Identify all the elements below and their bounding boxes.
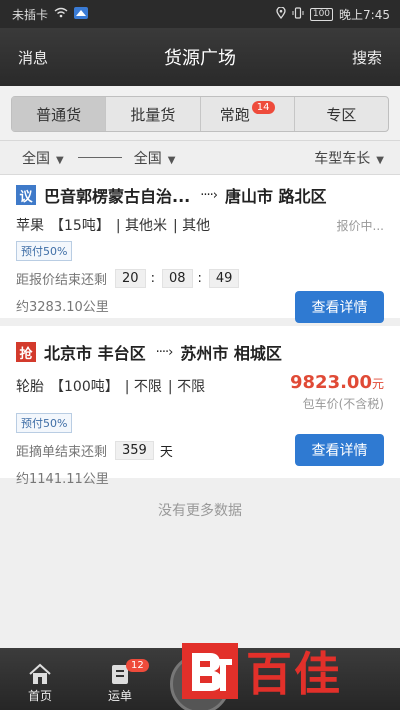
route-arrow-icon: ····› <box>200 187 218 203</box>
filter-bar: 全国 ▼ 全国 ▼ 车型车长 ▼ <box>0 141 400 175</box>
goods-weight: 【15吨】 <box>50 218 110 234</box>
prepay-badge: 预付50% <box>16 241 73 261</box>
view-details-button[interactable]: 查看详情 <box>295 434 384 466</box>
no-more-data-label: 没有更多数据 <box>158 503 242 519</box>
goods-vehicle-length: | 其他米 <box>115 218 167 234</box>
tab-bar-container: 普通货 批量货 常跑 14 专区 <box>0 86 400 141</box>
goods-info: 轮胎 【100吨】 | 不限 | 不限 <box>16 376 211 396</box>
vehicle-filter[interactable]: 车型车长 ▼ <box>314 148 384 168</box>
route-arrow-icon: ····› <box>155 344 174 360</box>
messages-button[interactable]: 消息 <box>18 47 48 68</box>
nav-home-label: 首页 <box>27 689 52 703</box>
goods-vehicle-type: | 不限 <box>167 379 206 395</box>
view-details-button[interactable]: 查看详情 <box>295 291 384 323</box>
goods-vehicle-length: | 不限 <box>124 379 162 395</box>
goods-vehicle-type: | 其他 <box>173 218 211 234</box>
home-icon <box>29 663 51 684</box>
price-value: 9823.00 <box>290 372 372 393</box>
tab-label: 专区 <box>326 105 357 124</box>
dropdown-arrow-icon: ▼ <box>56 154 64 166</box>
tab-label: 普通货 <box>36 105 82 124</box>
goods-row: 轮胎 【100吨】 | 不限 | 不限 9823.00元 包车价(不含税) <box>16 372 384 412</box>
center-action-circle <box>170 654 230 710</box>
nav-home[interactable]: 首页 <box>0 663 80 710</box>
route-line: 抢 北京市 丰台区 ····› 苏州市 相城区 <box>16 340 384 364</box>
price-block: 9823.00元 包车价(不含税) <box>290 372 384 412</box>
vibrate-icon <box>292 6 304 22</box>
tab-frequent-routes[interactable]: 常跑 14 <box>201 97 295 131</box>
countdown-minutes: 08 <box>161 269 193 288</box>
route-origin: 巴音郭楞蒙古自治... <box>44 187 191 206</box>
status-bar: 未插卡 100 晚上7:45 <box>0 0 400 28</box>
route-line: 议 巴音郭楞蒙古自治... ····› 唐山市 路北区 <box>16 183 384 207</box>
tab-bar: 普通货 批量货 常跑 14 专区 <box>11 96 389 132</box>
route-origin: 北京市 丰台区 <box>44 344 146 363</box>
location-icon <box>276 5 286 22</box>
countdown-label: 距报价结束还剩 <box>16 273 108 288</box>
nav-orders-label: 运单 <box>107 689 132 703</box>
nav-slot-5[interactable] <box>320 704 400 710</box>
prepay-badge: 预付50% <box>16 413 73 433</box>
route-destination: 唐山市 路北区 <box>224 187 327 206</box>
clock: 晚上7:45 <box>339 7 390 22</box>
countdown-seconds: 49 <box>208 269 240 288</box>
search-button[interactable]: 搜索 <box>352 47 382 68</box>
tab-label: 常跑 <box>219 105 250 124</box>
countdown-separator: : <box>150 271 155 286</box>
countdown-days-unit: 天 <box>159 445 173 460</box>
page-title: 货源广场 <box>164 48 236 69</box>
dropdown-arrow-icon: ▼ <box>167 154 176 166</box>
battery-level: 100 <box>309 7 334 21</box>
destination-filter[interactable]: 全国 ▼ <box>134 148 176 168</box>
goods-info: 苹果 【15吨】 | 其他米 | 其他 <box>16 215 216 235</box>
destination-filter-label: 全国 <box>133 150 162 167</box>
nav-orders[interactable]: 12 运单 <box>80 659 160 710</box>
frequent-routes-badge: 14 <box>251 100 275 114</box>
countdown-row: 距报价结束还剩 20 : 08 : 49 <box>16 269 384 288</box>
goods-row: 苹果 【15吨】 | 其他米 | 其他 报价中... <box>16 215 384 235</box>
countdown-hours: 20 <box>115 269 146 288</box>
goods-name: 苹果 <box>16 218 44 234</box>
header-bar: 消息 货源广场 搜索 <box>0 28 400 86</box>
tab-bulk-cargo[interactable]: 批量货 <box>106 97 201 131</box>
center-action-button[interactable] <box>168 648 232 710</box>
cargo-card[interactable]: 议 巴音郭楞蒙古自治... ····› 唐山市 路北区 苹果 【15吨】 | 其他米… <box>0 175 400 323</box>
route-destination: 苏州市 相城区 <box>180 344 282 363</box>
price-note: 包车价(不含税) <box>302 397 384 411</box>
wifi-icon <box>54 7 68 21</box>
grab-tag-icon: 抢 <box>16 342 36 362</box>
bottom-nav: 首页 12 运单 <box>0 648 400 710</box>
goods-weight: 【100吨】 <box>50 379 119 395</box>
price-unit: 元 <box>371 377 384 391</box>
route-divider <box>77 157 122 158</box>
dropdown-arrow-icon: ▼ <box>376 154 384 166</box>
goods-name: 轮胎 <box>16 379 44 395</box>
tab-special-zone[interactable]: 专区 <box>295 97 388 131</box>
origin-filter[interactable]: 全国 ▼ <box>22 148 64 168</box>
origin-filter-label: 全国 <box>22 150 50 167</box>
nav-slot-4[interactable] <box>240 704 320 710</box>
countdown-separator: : <box>197 271 202 286</box>
app-notification-icon <box>74 6 89 22</box>
negotiable-tag-icon: 议 <box>16 185 36 205</box>
countdown-days: 359 <box>115 441 154 460</box>
orders-badge: 12 <box>126 659 149 672</box>
vehicle-filter-label: 车型车长 <box>314 150 371 167</box>
tab-normal-cargo[interactable]: 普通货 <box>12 97 107 131</box>
quote-status: 报价中... <box>336 218 384 233</box>
sim-status: 未插卡 <box>12 7 49 22</box>
distance: 约1141.11公里 <box>16 472 109 487</box>
cargo-card[interactable]: 抢 北京市 丰台区 ····› 苏州市 相城区 轮胎 【100吨】 | 不限 | 不限… <box>0 326 400 487</box>
tab-label: 批量货 <box>130 105 176 124</box>
countdown-label: 距摘单结束还剩 <box>16 445 108 460</box>
